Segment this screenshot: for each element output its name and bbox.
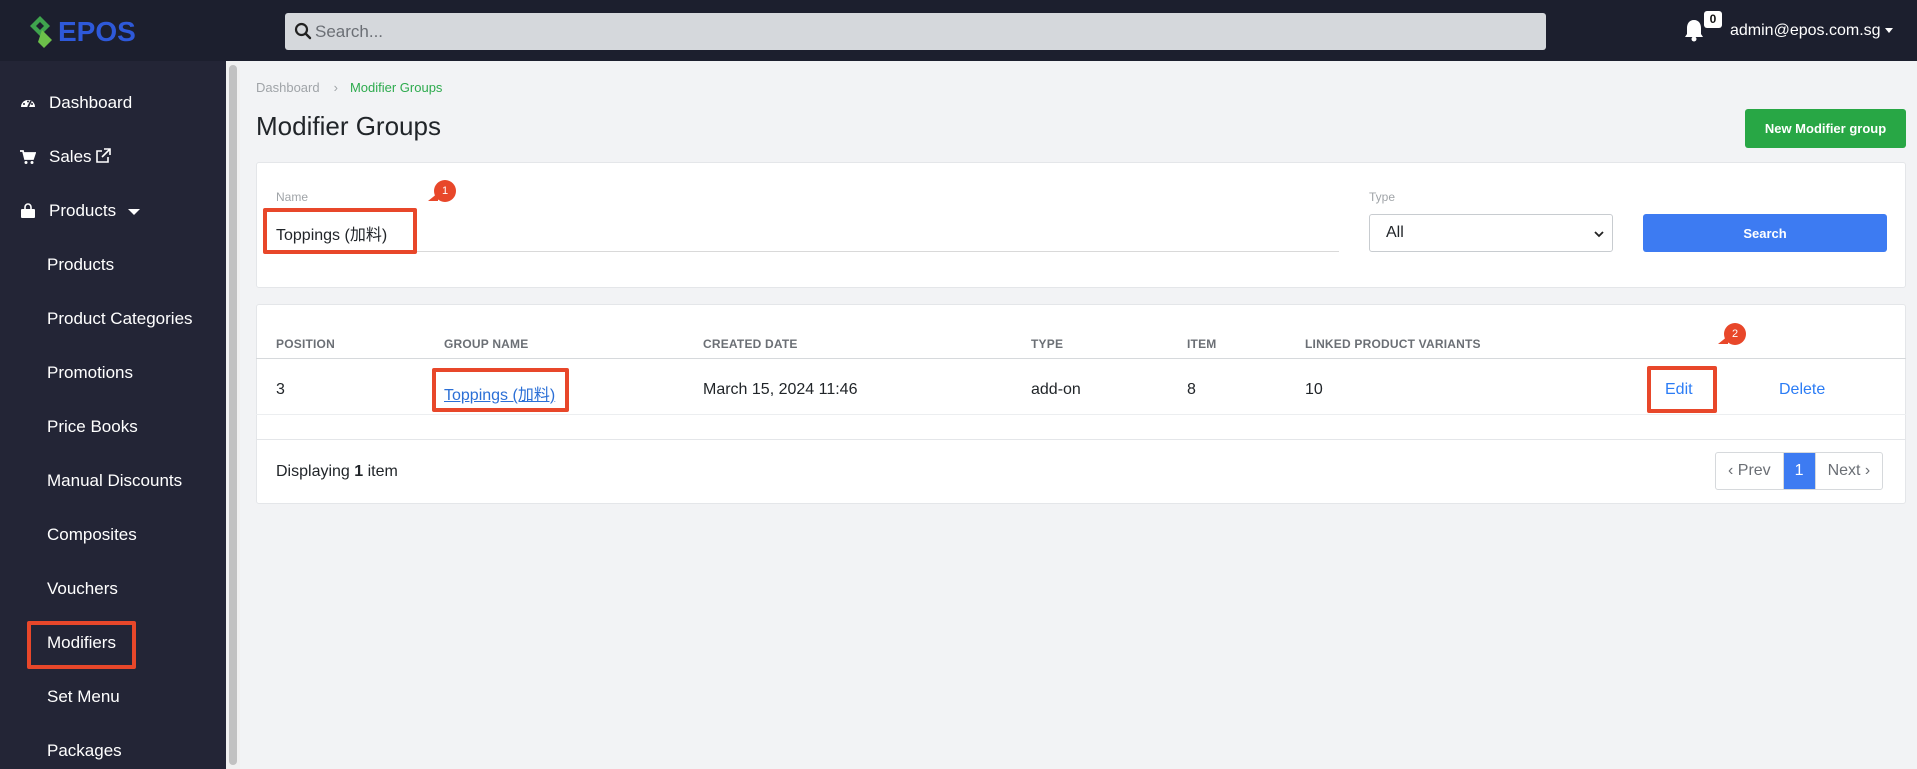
column-header-item[interactable]: ITEM bbox=[1187, 337, 1216, 351]
sidebar-scrollbar[interactable] bbox=[226, 61, 240, 769]
table-row-divider bbox=[256, 414, 1906, 415]
shopping-bag-icon bbox=[21, 203, 35, 218]
sidebar-subitem-products[interactable]: Products bbox=[0, 245, 226, 285]
sidebar-subitem-label: Vouchers bbox=[47, 579, 118, 598]
external-link-icon bbox=[95, 148, 111, 163]
sidebar-subitem-label: Products bbox=[47, 255, 115, 274]
cell-position: 3 bbox=[276, 381, 285, 398]
sidebar-subitem-label: Manual Discounts bbox=[47, 471, 183, 490]
table-header-divider bbox=[256, 358, 1906, 359]
name-field-label: Name bbox=[276, 190, 309, 204]
type-field-label: Type bbox=[1369, 190, 1396, 204]
global-search-input[interactable] bbox=[315, 13, 1535, 50]
sidebar-subitem-price-books[interactable]: Price Books bbox=[0, 407, 226, 447]
dashboard-icon bbox=[21, 100, 35, 108]
sidebar-subitem-vouchers[interactable]: Vouchers bbox=[0, 569, 226, 609]
sidebar-subitem-label: Packages bbox=[47, 741, 122, 760]
sidebar-subitem-manual-discounts[interactable]: Manual Discounts bbox=[0, 461, 226, 501]
table-footer-divider bbox=[256, 439, 1906, 440]
page-title: Modifier Groups bbox=[256, 111, 441, 141]
group-name-link[interactable]: Toppings (加料) bbox=[444, 381, 555, 405]
global-search[interactable] bbox=[285, 13, 1546, 50]
sidebar-item-products[interactable]: Products bbox=[0, 191, 226, 231]
sidebar-subitem-label: Price Books bbox=[47, 417, 138, 436]
annotation-marker-2: 2 bbox=[1718, 323, 1746, 345]
breadcrumb-dashboard-link[interactable]: Dashboard bbox=[256, 80, 320, 95]
column-header-linked-variants[interactable]: LINKED PRODUCT VARIANTS bbox=[1305, 337, 1481, 351]
column-header-group-name[interactable]: GROUP NAME bbox=[444, 337, 528, 351]
search-button[interactable]: Search bbox=[1643, 214, 1887, 252]
sidebar: Dashboard Sales Products Products Produc… bbox=[0, 61, 226, 769]
cell-item-count: 8 bbox=[1187, 381, 1196, 398]
name-filter-input[interactable] bbox=[276, 214, 1339, 252]
delete-button[interactable]: Delete bbox=[1779, 381, 1825, 399]
column-header-created-date[interactable]: CREATED DATE bbox=[703, 337, 798, 351]
sidebar-subitem-label: Composites bbox=[47, 525, 137, 544]
sidebar-subitem-label: Modifiers bbox=[47, 633, 116, 652]
sidebar-subitem-modifiers[interactable]: Modifiers bbox=[0, 623, 226, 663]
sidebar-item-dashboard[interactable]: Dashboard bbox=[0, 83, 226, 123]
cell-linked-variants: 10 bbox=[1305, 381, 1323, 398]
notification-count-badge: 0 bbox=[1704, 11, 1722, 28]
sidebar-item-sales[interactable]: Sales bbox=[0, 137, 226, 177]
user-email: admin@epos.com.sg bbox=[1730, 22, 1881, 39]
bell-icon[interactable] bbox=[1683, 18, 1705, 42]
sidebar-subitem-label: Promotions bbox=[47, 363, 133, 382]
sidebar-subitem-product-categories[interactable]: Product Categories bbox=[0, 299, 226, 339]
breadcrumb: Dashboard › Modifier Groups bbox=[256, 80, 442, 95]
sidebar-subitem-promotions[interactable]: Promotions bbox=[0, 353, 226, 393]
top-navbar: EPOS 0 admin@epos.com.sg bbox=[0, 0, 1917, 61]
breadcrumb-separator: › bbox=[333, 80, 338, 95]
cart-icon bbox=[20, 150, 36, 164]
pagination-prev-button[interactable]: ‹ Prev bbox=[1716, 453, 1784, 489]
sidebar-subitem-set-menu[interactable]: Set Menu bbox=[0, 677, 226, 717]
logo-text: EPOS bbox=[58, 16, 136, 47]
edit-button[interactable]: Edit bbox=[1665, 381, 1693, 399]
sidebar-item-label: Products bbox=[49, 201, 141, 221]
epos-logo[interactable]: EPOS bbox=[28, 12, 148, 50]
cell-type: add-on bbox=[1031, 381, 1081, 398]
sidebar-item-label: Dashboard bbox=[49, 93, 133, 112]
sidebar-item-label: Sales bbox=[49, 147, 111, 167]
type-selected-value: All bbox=[1386, 224, 1404, 241]
user-menu-dropdown[interactable]: admin@epos.com.sg bbox=[1730, 22, 1893, 40]
new-modifier-group-button[interactable]: New Modifier group bbox=[1745, 109, 1906, 148]
sidebar-subitem-label: Set Menu bbox=[47, 687, 120, 706]
breadcrumb-current: Modifier Groups bbox=[349, 80, 443, 95]
pagination: ‹ Prev 1 Next › bbox=[1715, 452, 1884, 490]
sidebar-subitem-composites[interactable]: Composites bbox=[0, 515, 226, 555]
caret-down-icon bbox=[128, 208, 141, 215]
search-icon bbox=[294, 22, 312, 40]
cell-created-date: March 15, 2024 11:46 bbox=[703, 381, 858, 398]
displaying-count-text: Displaying 1 item bbox=[276, 463, 398, 480]
scrollbar-thumb[interactable] bbox=[229, 65, 237, 765]
sidebar-subitem-label: Product Categories bbox=[47, 309, 193, 328]
column-header-type[interactable]: TYPE bbox=[1031, 337, 1063, 351]
column-header-position[interactable]: POSITION bbox=[276, 337, 335, 351]
annotation-marker-1: 1 bbox=[428, 180, 456, 202]
chevron-down-icon bbox=[1594, 231, 1604, 238]
type-filter-select[interactable]: All bbox=[1369, 214, 1613, 252]
caret-down-icon bbox=[1884, 28, 1893, 34]
pagination-page-1[interactable]: 1 bbox=[1783, 453, 1816, 489]
pagination-next-button[interactable]: Next › bbox=[1816, 453, 1883, 489]
sidebar-subitem-packages[interactable]: Packages bbox=[0, 731, 226, 769]
